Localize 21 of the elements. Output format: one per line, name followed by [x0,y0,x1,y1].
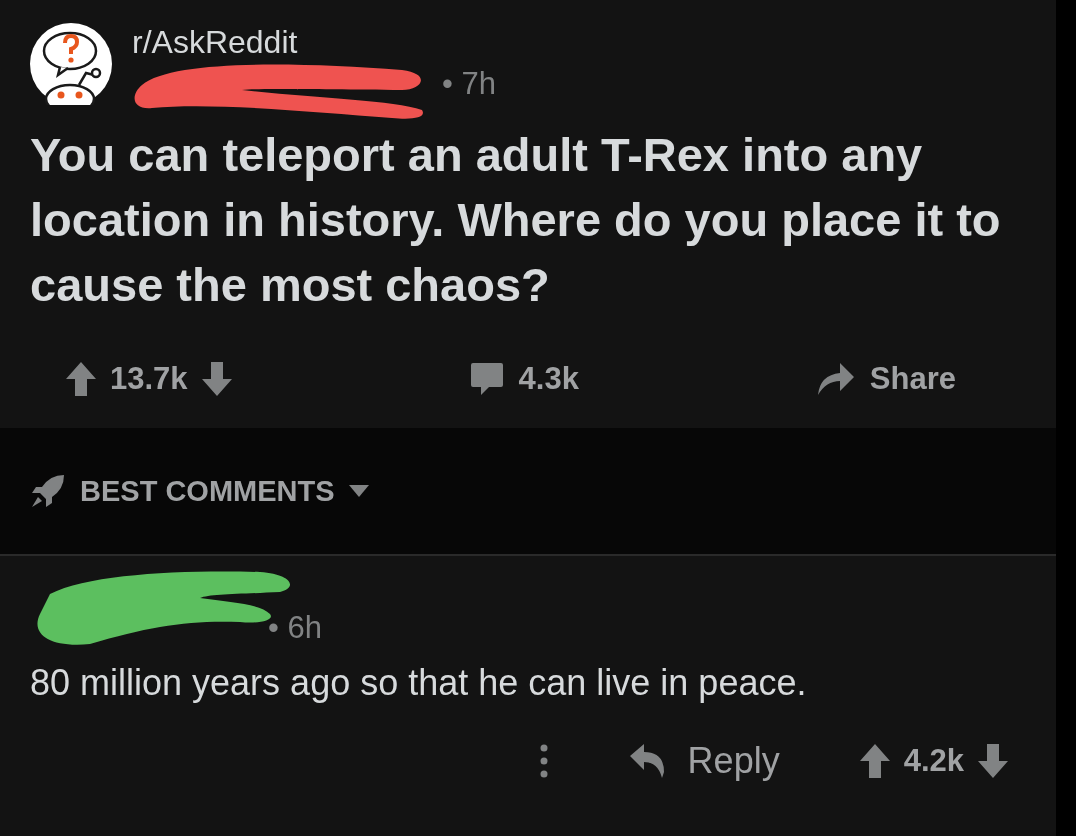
comment-text: 80 million years ago so that he can live in peace. [30,661,808,705]
upvote-icon[interactable] [859,744,890,778]
subreddit-avatar-icon[interactable] [30,23,112,105]
comment-count: 4.3k [518,361,579,397]
subreddit-name[interactable]: r/AskReddit [132,22,496,62]
share-label[interactable]: Share [869,361,956,397]
reply-button[interactable]: Reply [627,740,780,782]
downvote-icon[interactable] [978,744,1008,778]
comment-age: • 6h [268,610,322,646]
rocket-icon [30,473,66,509]
more-options-icon[interactable] [539,744,548,778]
post-age: • 7h [442,66,496,102]
vote-count: 4.2k [903,743,964,779]
upvote-icon[interactable] [66,362,96,396]
share-arrow-icon[interactable] [815,361,856,397]
caret-icon [348,485,369,497]
post-title: You can teleport an adult T-Rex into any location in history. Where do you place it to cause the most chaos? [30,127,1002,313]
comment-icon[interactable] [468,361,505,397]
vote-count: 13.7k [110,361,188,397]
sort-dropdown[interactable]: BEST COMMENTS [80,474,369,508]
downvote-icon[interactable] [201,362,232,396]
